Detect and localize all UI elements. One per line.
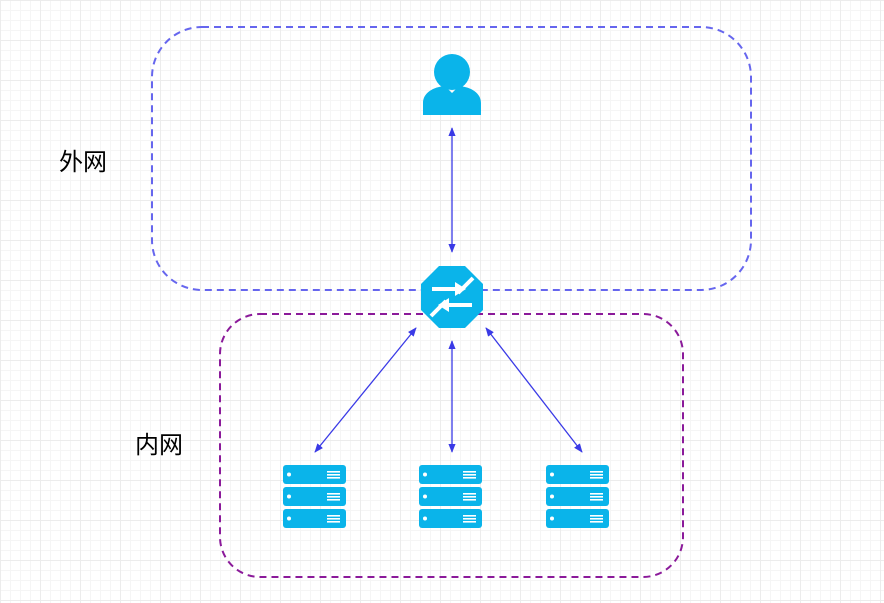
- server-icon-2: [419, 465, 482, 528]
- diagram-canvas: 外网 内网: [0, 0, 884, 603]
- edge-router-server-1: [314, 327, 417, 453]
- external-zone-label: 外网: [59, 148, 107, 176]
- server-icon-3: [546, 465, 609, 528]
- internal-zone-label: 内网: [135, 431, 183, 459]
- server-icon-1: [283, 465, 346, 528]
- edge-router-server-3: [485, 327, 583, 453]
- user-icon: [423, 54, 481, 115]
- router-icon: [421, 266, 483, 328]
- network-diagram: [151, 26, 752, 578]
